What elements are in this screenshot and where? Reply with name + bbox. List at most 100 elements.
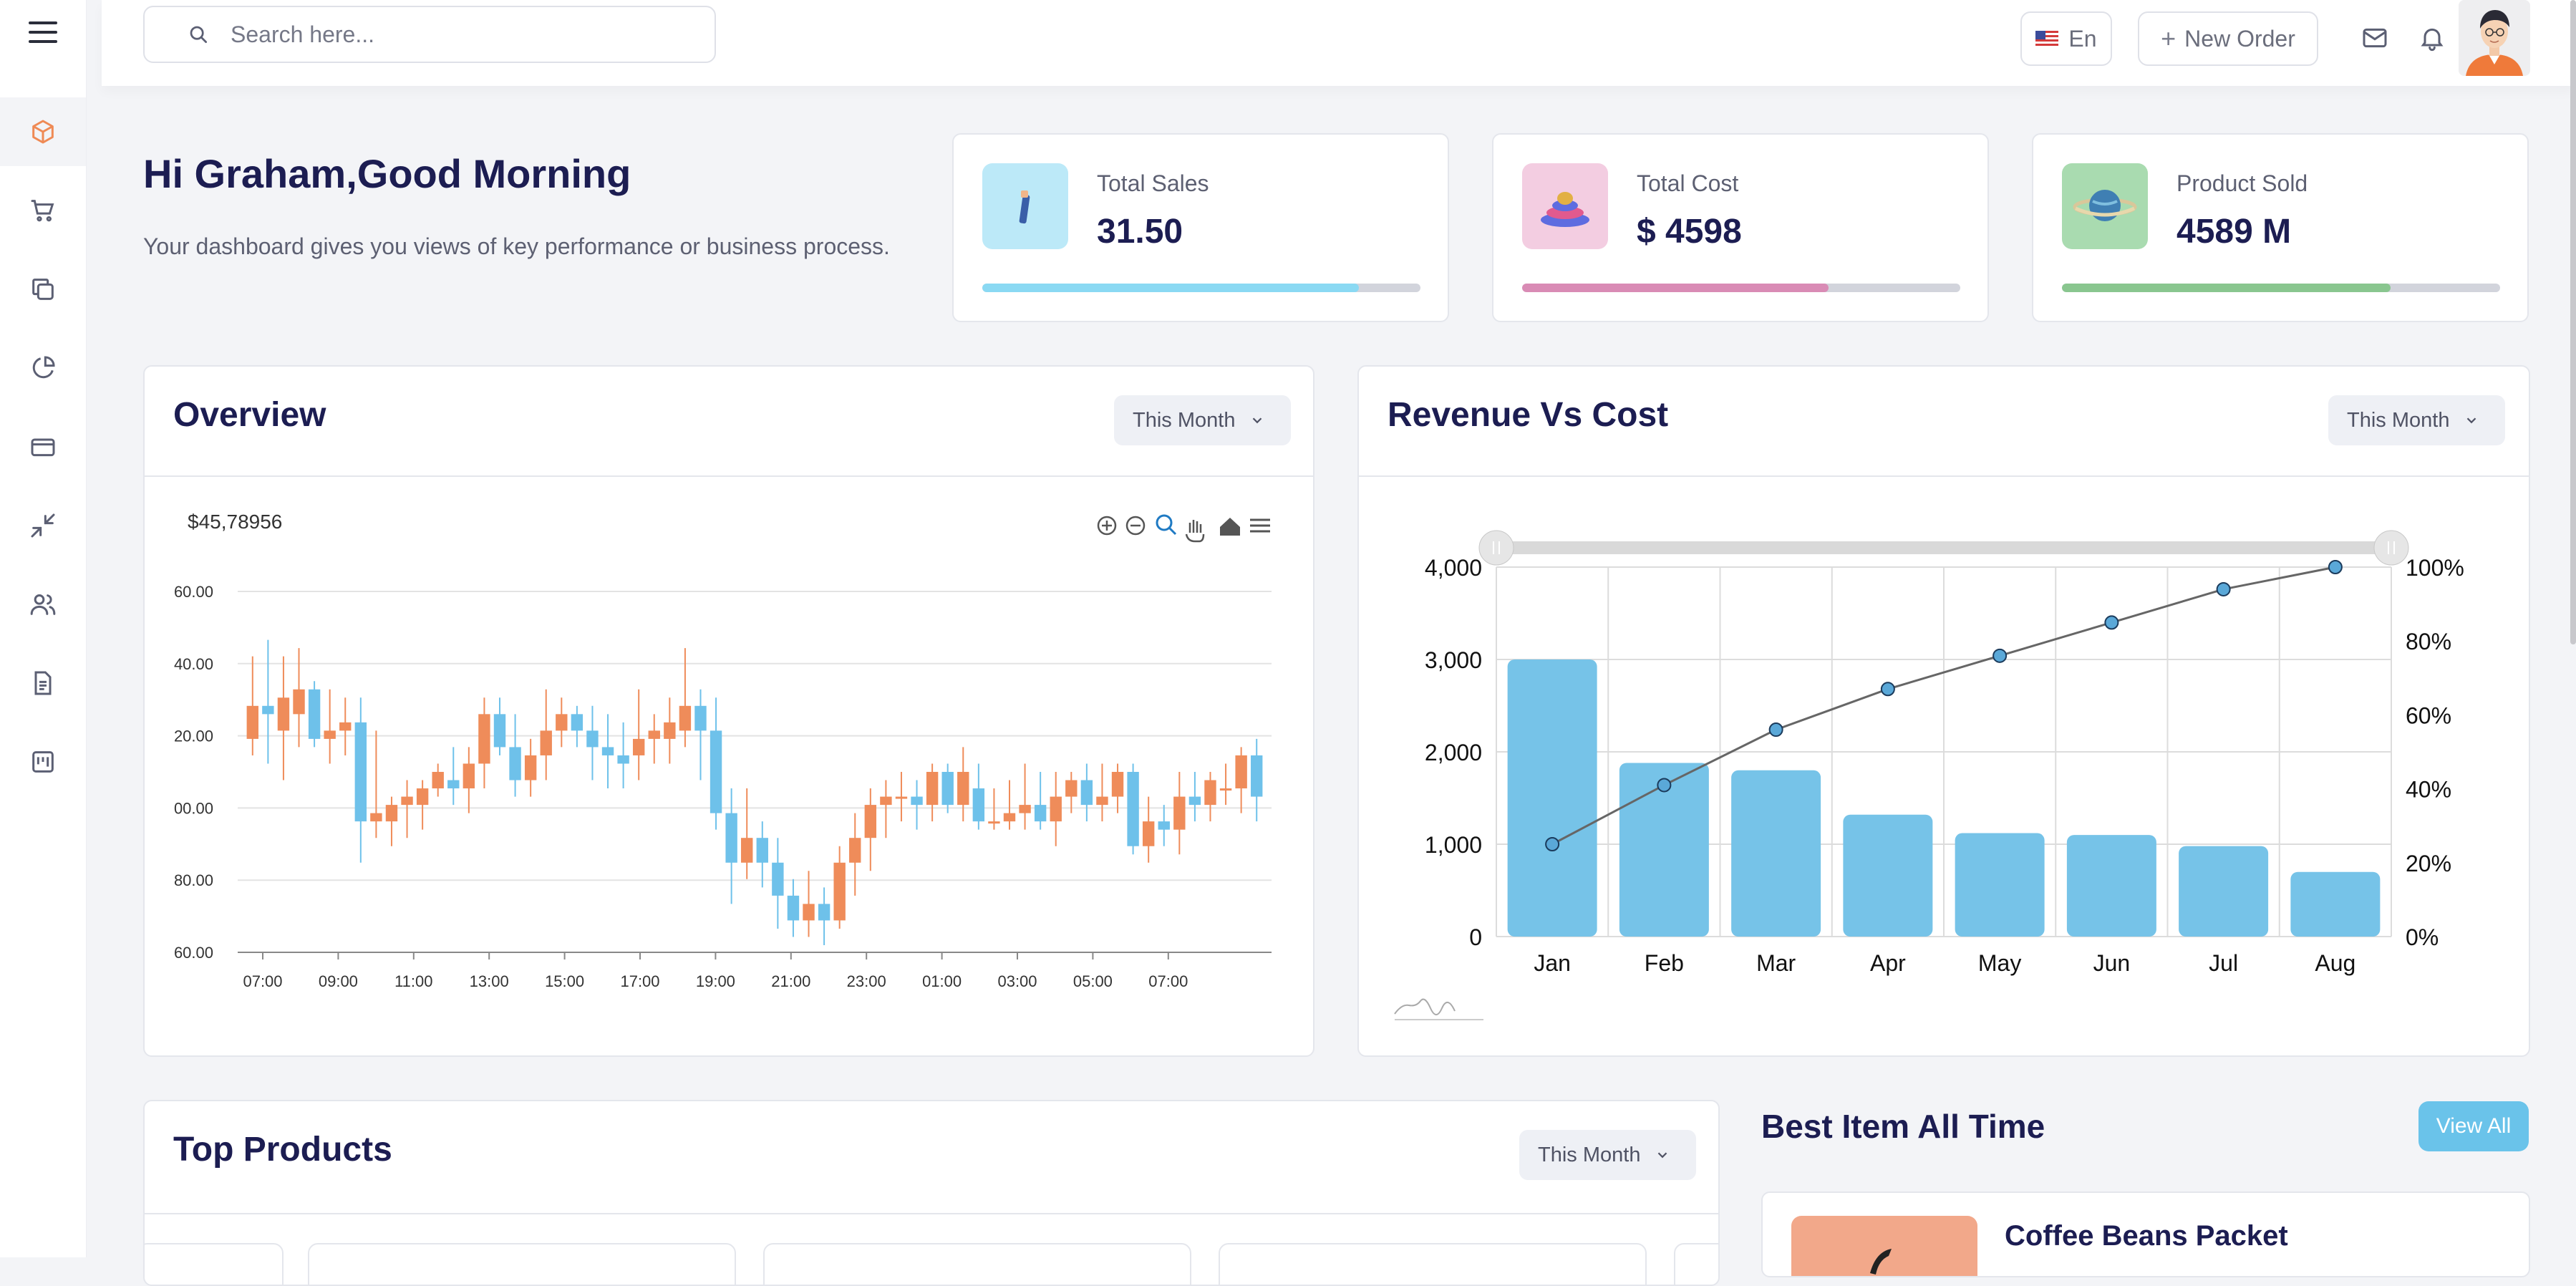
top-products-period-dropdown[interactable]: This Month [1519, 1130, 1697, 1180]
y-left-tick-label: 4,000 [1425, 555, 1482, 581]
dropdown-label: This Month [1538, 1143, 1641, 1166]
candle-body [339, 722, 352, 731]
candle-body [308, 689, 321, 739]
sidebar-item-payments[interactable] [0, 412, 86, 481]
home-icon[interactable] [1220, 518, 1240, 536]
overview-panel: Overview This Month $45,78956 60.00 40.00… [143, 365, 1314, 1057]
stat-label: Total Sales [1097, 170, 1209, 196]
line-point [2328, 560, 2343, 574]
candle-body [1251, 755, 1263, 797]
y-right-tick-label: 40% [2406, 777, 2451, 803]
zoom-in-icon[interactable] [1097, 516, 1117, 536]
x-tick-label: Aug [2315, 950, 2355, 976]
sidebar-item-analytics[interactable] [0, 334, 86, 402]
x-tick-label: 21:00 [771, 972, 810, 990]
stat-card-product-sold: Product Sold 4589 M [2032, 133, 2529, 322]
candle-body [694, 705, 707, 731]
product-card[interactable] [1219, 1243, 1647, 1285]
candle-body [772, 862, 784, 896]
x-tick-label: Jan [1534, 950, 1571, 976]
candle-body [1204, 780, 1216, 806]
product-card[interactable] [308, 1243, 736, 1285]
stat-progress-bar [1522, 284, 1960, 292]
zoom-out-icon[interactable] [1125, 516, 1146, 536]
candle-body [293, 689, 305, 715]
candle-body [571, 714, 584, 731]
x-tick-label: May [1978, 950, 2021, 976]
candle-body [895, 796, 908, 799]
y-left-tick-label: 2,000 [1425, 740, 1482, 765]
revenue-bar-line-chart[interactable]: 4,000 3,000 2,000 1,000 0 100% 80% 60% 40% 20% 0% J… [1359, 478, 2530, 1057]
y-right-tick-label: 60% [2406, 702, 2451, 728]
best-item-card[interactable]: Coffee Beans Packet [1761, 1191, 2530, 1277]
candle-body [1065, 780, 1078, 797]
x-tick-label: 17:00 [620, 972, 659, 990]
sidebar-item-documents[interactable] [0, 649, 86, 717]
product-card[interactable] [145, 1243, 284, 1285]
document-icon [34, 671, 52, 695]
mini-chart-icon [1394, 998, 1456, 1015]
language-selector[interactable]: En [2020, 11, 2112, 66]
revenue-panel: Revenue Vs Cost This Month 4,000 3,000 2,0… [1357, 365, 2530, 1057]
x-tick-label: Apr [1870, 950, 1906, 976]
y-right-tick-label: 20% [2406, 851, 2451, 876]
search-box[interactable] [143, 6, 716, 63]
candle-body [509, 747, 521, 780]
candle-body [1019, 805, 1031, 813]
candle-body [1188, 796, 1201, 806]
mail-button[interactable] [2357, 20, 2393, 56]
stat-value: 4589 M [2176, 213, 2292, 251]
candle-body [818, 904, 831, 921]
bar [1507, 659, 1597, 937]
overview-header: Overview This Month [145, 367, 1313, 477]
mail-icon [2363, 28, 2387, 48]
candle-body [1003, 813, 1016, 822]
overview-period-dropdown[interactable]: This Month [1114, 395, 1292, 445]
overview-candlestick-chart[interactable]: $45,78956 60.00 40.00 20.00 00.00 80.00 60.00… [145, 478, 1314, 1057]
pan-hand-icon[interactable] [1185, 520, 1205, 543]
revenue-title: Revenue Vs Cost [1388, 396, 1669, 434]
search-input[interactable] [229, 20, 662, 49]
menu-icon[interactable] [1250, 518, 1270, 533]
chevron-down-icon [1253, 417, 1262, 424]
product-card[interactable] [1674, 1243, 1718, 1285]
copy-icon [32, 279, 54, 300]
candle-body [849, 838, 861, 863]
line-point [1545, 837, 1560, 851]
candle-body [1173, 796, 1186, 830]
sidebar-item-copy[interactable] [0, 255, 86, 324]
sidebar-item-box[interactable] [0, 97, 86, 166]
avatar[interactable] [2459, 0, 2530, 76]
x-tick-label: 09:00 [319, 972, 358, 990]
candle-body [725, 813, 737, 863]
selection-zoom-icon[interactable] [1156, 514, 1177, 536]
candle-body [679, 705, 692, 731]
new-order-button[interactable]: + New Order [2138, 11, 2318, 66]
stat-progress-bar [2062, 284, 2500, 292]
range-slider[interactable] [1478, 530, 2409, 566]
x-tick-label: 07:00 [243, 972, 282, 990]
product-card[interactable] [763, 1243, 1191, 1285]
revenue-period-dropdown[interactable]: This Month [2328, 395, 2506, 445]
view-all-button[interactable]: View All [2418, 1101, 2529, 1151]
planet-icon [2062, 163, 2148, 249]
menu-icon[interactable] [29, 21, 57, 44]
dropdown-label: This Month [2347, 408, 2450, 432]
top-products-title: Top Products [173, 1131, 392, 1169]
candle-body [1235, 755, 1247, 789]
y-tick-label: 40.00 [174, 655, 213, 673]
stat-progress-fill [982, 284, 1360, 292]
chevron-down-icon [2467, 417, 2476, 424]
sidebar-item-board[interactable] [0, 727, 86, 796]
search-icon [190, 26, 207, 43]
sidebar-item-collapse[interactable] [0, 491, 86, 560]
notification-button[interactable] [2414, 20, 2450, 56]
price-label: $45,78956 [188, 511, 282, 533]
line-point [2104, 615, 2119, 630]
page-scrollbar[interactable] [2570, 0, 2576, 644]
bar [2066, 835, 2156, 937]
y-tick-label: 60.00 [174, 944, 213, 962]
sidebar-item-users[interactable] [0, 570, 86, 639]
candle-body [941, 772, 954, 806]
sidebar-item-cart[interactable] [0, 176, 86, 245]
